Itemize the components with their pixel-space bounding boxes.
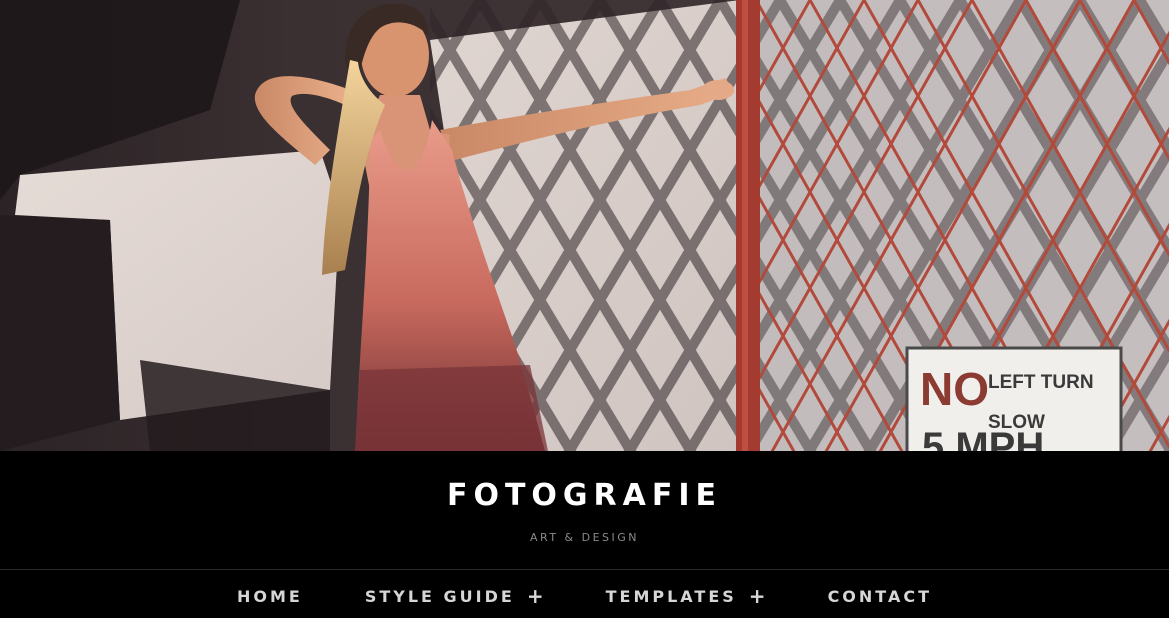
road-sign: NO LEFT TURN SLOW 5 MPH	[905, 346, 1123, 451]
site-header: FOTOGRAFIE ART & DESIGN	[0, 451, 1169, 569]
site-title[interactable]: FOTOGRAFIE	[0, 478, 1169, 513]
sign-speed-text: 5 MPH	[922, 425, 1044, 451]
site-tagline: ART & DESIGN	[529, 531, 640, 544]
nav-item-label: STYLE GUIDE	[364, 586, 515, 606]
sign-left-turn-text: LEFT TURN	[988, 372, 1094, 393]
plus-icon[interactable]: +	[749, 586, 766, 606]
nav-item-templates[interactable]: TEMPLATES +	[575, 586, 797, 606]
nav-item-style-guide[interactable]: STYLE GUIDE +	[334, 586, 575, 606]
nav-item-label: CONTACT	[827, 586, 933, 606]
hero-image: NO LEFT TURN SLOW 5 MPH	[0, 0, 1169, 451]
nav-item-label: TEMPLATES	[605, 586, 737, 606]
nav-item-label: HOME	[236, 586, 303, 606]
sign-no-text: NO	[920, 363, 989, 415]
nav-item-contact[interactable]: CONTACT	[797, 587, 963, 606]
plus-icon[interactable]: +	[527, 586, 544, 606]
nav-item-home[interactable]: HOME	[206, 587, 334, 606]
main-nav: HOME STYLE GUIDE + TEMPLATES + CONTACT	[0, 570, 1169, 618]
hero-photo-illustration: NO LEFT TURN SLOW 5 MPH	[0, 0, 1169, 451]
